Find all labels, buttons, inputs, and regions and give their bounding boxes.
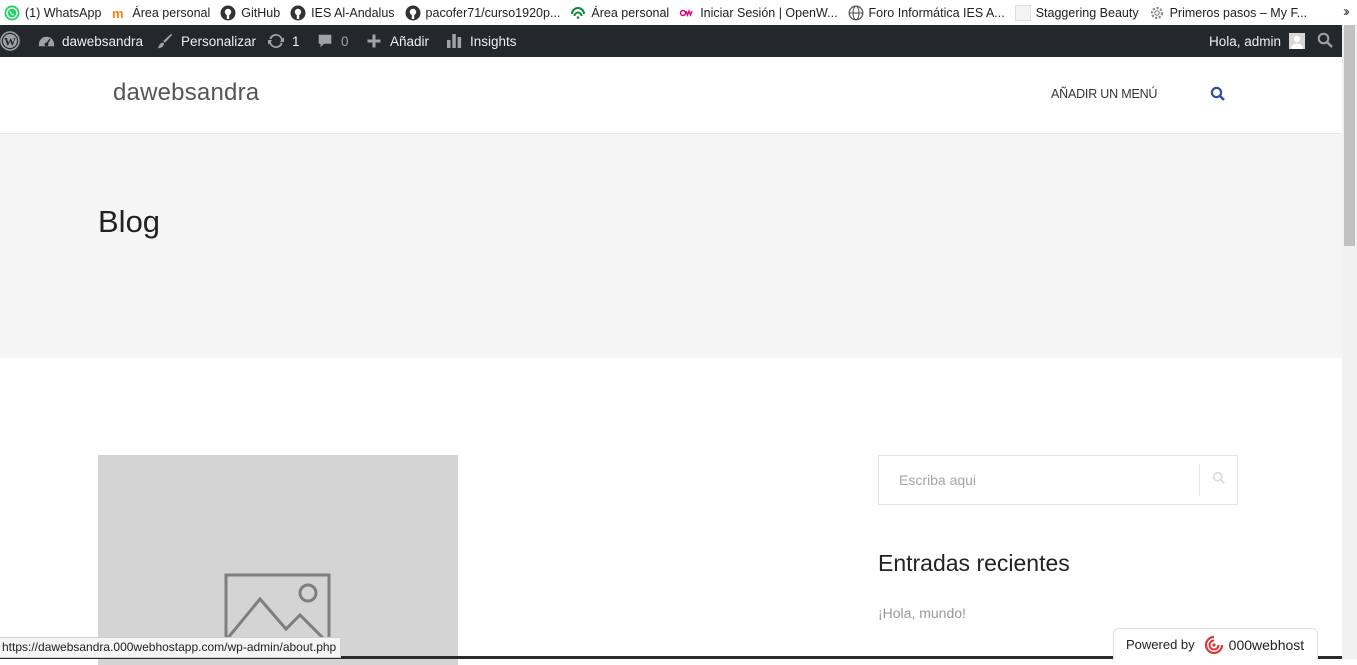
updates-count: 1 xyxy=(292,33,300,49)
site-name-label: dawebsandra xyxy=(62,33,144,49)
status-bar-url: https://dawebsandra.000webhostapp.com/wp… xyxy=(0,637,342,658)
bookmarks-bar: (1) WhatsApp m Área personal GitHub IES … xyxy=(0,0,1357,25)
bookmark-label: Iniciar Sesión | OpenW... xyxy=(700,5,838,20)
page-title: Blog xyxy=(98,204,161,239)
gear-icon xyxy=(1149,5,1165,21)
powered-by-label: Powered by xyxy=(1126,637,1195,652)
search-icon xyxy=(1210,86,1226,106)
vertical-scrollbar[interactable] xyxy=(1342,25,1357,659)
bookmark-openwebinars[interactable]: Iniciar Sesión | OpenW... xyxy=(675,0,843,25)
bookmark-label: Primeros pasos – My F... xyxy=(1169,5,1308,20)
insights-button[interactable]: Insights xyxy=(444,25,517,57)
svg-text:W: W xyxy=(4,35,16,49)
avatar xyxy=(1289,33,1306,49)
add-menu-link[interactable]: AÑADIR UN MENÚ xyxy=(1051,87,1157,101)
bookmark-staggering-beauty[interactable]: Staggering Beauty xyxy=(1011,0,1145,25)
new-content-button[interactable]: Añadir xyxy=(364,25,429,57)
wp-admin-bar: W dawebsandra Personalizar 1 0 Añadir In… xyxy=(0,25,1342,57)
insights-label: Insights xyxy=(470,33,517,49)
junta-icon xyxy=(570,5,586,21)
moodle-icon: m xyxy=(111,5,127,21)
site-title-link[interactable]: dawebsandra xyxy=(113,79,259,107)
header-search-button[interactable] xyxy=(1210,86,1226,102)
my-account-menu[interactable]: Hola, admin xyxy=(1209,25,1306,57)
bookmark-label: Foro Informática IES A... xyxy=(868,5,1005,20)
github-icon xyxy=(290,5,306,21)
wordpress-logo-button[interactable]: W xyxy=(0,25,26,57)
bookmark-area-personal[interactable]: m Área personal xyxy=(107,0,216,25)
site-name-menu[interactable]: dawebsandra xyxy=(36,25,143,57)
recent-post-link[interactable]: ¡Hola, mundo! xyxy=(878,605,966,621)
bookmark-label: IES Al-Andalus xyxy=(311,5,395,20)
bookmark-label: pacofer71/curso1920p... xyxy=(425,5,561,20)
search-icon xyxy=(1212,471,1226,490)
webhost-logo-icon xyxy=(1203,635,1225,655)
scrollbar-thumb[interactable] xyxy=(1344,25,1355,246)
bookmark-area-personal-junta[interactable]: Área personal xyxy=(566,0,675,25)
dashboard-icon xyxy=(36,31,56,51)
bookmark-whatsapp[interactable]: (1) WhatsApp xyxy=(0,0,107,25)
bookmark-primeros-pasos[interactable]: Primeros pasos – My F... xyxy=(1145,0,1314,25)
bookmark-github[interactable]: GitHub xyxy=(216,0,286,25)
github-icon xyxy=(405,5,421,21)
plus-icon xyxy=(364,31,384,51)
admin-search-button[interactable] xyxy=(1317,25,1333,57)
globe-icon xyxy=(848,5,864,21)
openwebinars-icon xyxy=(679,5,695,21)
bookmark-label: (1) WhatsApp xyxy=(25,5,102,20)
bookmark-label: Área personal xyxy=(132,5,211,20)
refresh-icon xyxy=(266,31,286,51)
whatsapp-icon xyxy=(4,5,20,21)
sidebar-search-input[interactable] xyxy=(879,456,1199,504)
double-chevron-right-icon[interactable]: ›› xyxy=(1343,3,1350,20)
post-thumbnail-placeholder[interactable] xyxy=(98,455,458,665)
new-content-label: Añadir xyxy=(390,33,430,49)
sidebar-search-button[interactable] xyxy=(1200,456,1237,504)
bookmark-label: Área personal xyxy=(591,5,670,20)
greeting-label: Hola, admin xyxy=(1209,33,1282,49)
bar-chart-icon xyxy=(444,31,464,51)
blank-page-icon xyxy=(1014,4,1031,21)
comments-count: 0 xyxy=(341,33,349,49)
bookmark-pacofer71[interactable]: pacofer71/curso1920p... xyxy=(401,0,567,25)
search-icon xyxy=(1317,32,1333,51)
comments-button[interactable]: 0 xyxy=(315,25,349,57)
customize-label: Personalizar xyxy=(181,33,257,49)
brush-icon xyxy=(155,31,175,51)
bookmark-ies-al-andalus[interactable]: IES Al-Andalus xyxy=(286,0,400,25)
powered-by-badge[interactable]: Powered by 000webhost xyxy=(1113,628,1318,660)
customize-button[interactable]: Personalizar xyxy=(155,25,256,57)
bookmark-label: GitHub xyxy=(241,5,281,20)
wordpress-logo-icon: W xyxy=(0,31,20,51)
site-header: dawebsandra AÑADIR UN MENÚ xyxy=(0,57,1342,134)
svg-text:m: m xyxy=(112,6,124,21)
bookmark-foro-informatica[interactable]: Foro Informática IES A... xyxy=(844,0,1011,25)
webhost-brand-label: 000webhost xyxy=(1228,636,1305,653)
comment-icon xyxy=(315,31,335,51)
page-header-section: Blog xyxy=(0,134,1342,358)
updates-button[interactable]: 1 xyxy=(266,25,300,57)
github-icon xyxy=(220,5,236,21)
sidebar-search-widget xyxy=(878,455,1238,505)
bookmark-label: Staggering Beauty xyxy=(1035,5,1139,20)
recent-posts-title: Entradas recientes xyxy=(878,550,1070,576)
